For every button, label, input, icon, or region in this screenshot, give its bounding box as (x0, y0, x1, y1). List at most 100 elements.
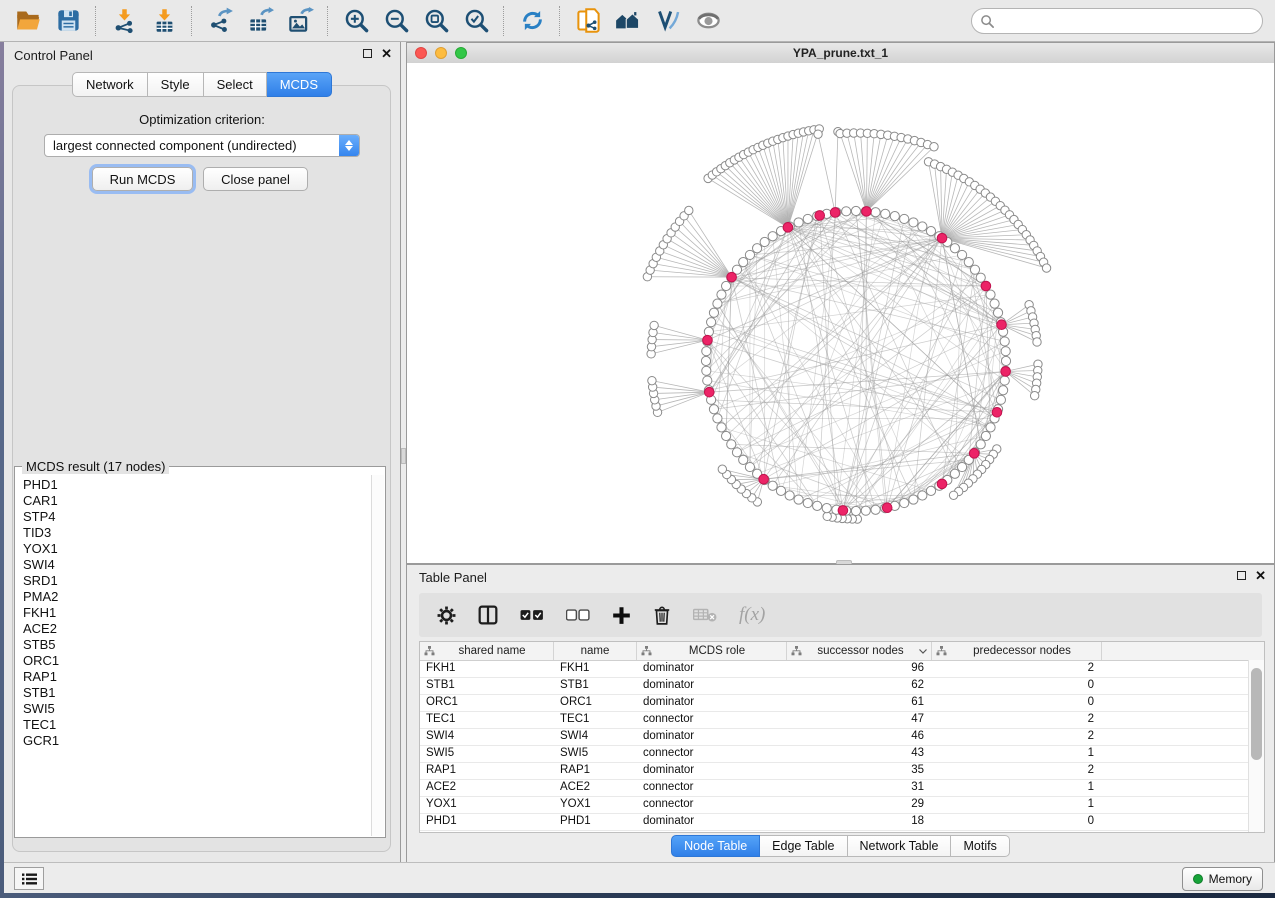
ring-node[interactable] (739, 455, 748, 464)
ring-node[interactable] (990, 299, 999, 308)
export-table-button[interactable] (240, 3, 280, 39)
ring-node[interactable] (702, 366, 711, 375)
table-row[interactable]: ORC1ORC1dominator610 (420, 695, 1264, 712)
ring-node[interactable] (890, 212, 899, 221)
tab-network[interactable]: Network (72, 72, 148, 97)
ring-node[interactable] (745, 250, 754, 259)
table-row[interactable]: STB1STB1dominator620 (420, 678, 1264, 695)
memory-button[interactable]: Memory (1182, 867, 1263, 891)
ring-node[interactable] (986, 423, 995, 432)
mcds-result-item[interactable]: SRD1 (23, 573, 371, 589)
mcds-result-item[interactable]: ORC1 (23, 653, 371, 669)
zoom-in-button[interactable] (336, 3, 376, 39)
satellite-node[interactable] (949, 491, 957, 499)
refresh-button[interactable] (512, 3, 552, 39)
ring-node[interactable] (926, 486, 935, 495)
table-row[interactable]: PHD1PHD1dominator180 (420, 814, 1264, 831)
ring-node[interactable] (709, 405, 718, 414)
ring-node[interactable] (957, 462, 966, 471)
column-header-name[interactable]: name (554, 642, 637, 660)
save-button[interactable] (48, 3, 88, 39)
mcds-hub-node[interactable] (783, 223, 793, 233)
table-row[interactable]: TEC1TEC1connector472 (420, 712, 1264, 729)
mcds-result-item[interactable]: SWI5 (23, 701, 371, 717)
clone-network-button[interactable] (568, 3, 608, 39)
ring-node[interactable] (745, 462, 754, 471)
ring-node[interactable] (717, 290, 726, 299)
import-table-button[interactable] (144, 3, 184, 39)
ring-node[interactable] (1000, 376, 1009, 385)
satellite-node[interactable] (823, 512, 831, 520)
mcds-result-item[interactable]: CAR1 (23, 493, 371, 509)
zoom-out-button[interactable] (376, 3, 416, 39)
ring-node[interactable] (1000, 337, 1009, 346)
mcds-result-item[interactable]: TEC1 (23, 717, 371, 733)
tab-mcds[interactable]: MCDS (267, 72, 332, 97)
import-network-button[interactable] (104, 3, 144, 39)
mcds-hub-node[interactable] (937, 479, 947, 489)
column-header-MCDS-role[interactable]: MCDS role (637, 642, 787, 660)
ring-node[interactable] (732, 448, 741, 457)
satellite-node[interactable] (648, 376, 656, 384)
tab-edge-table[interactable]: Edge Table (760, 835, 847, 857)
ring-node[interactable] (752, 244, 761, 253)
ring-node[interactable] (717, 423, 726, 432)
ring-node[interactable] (926, 226, 935, 235)
ring-node[interactable] (871, 505, 880, 514)
mcds-hub-node[interactable] (815, 211, 825, 221)
satellite-node[interactable] (718, 465, 726, 473)
mcds-hub-node[interactable] (981, 281, 991, 291)
mcds-result-list[interactable]: PHD1CAR1STP4TID3YOX1SWI4SRD1PMA2FKH1ACE2… (16, 477, 371, 836)
ring-node[interactable] (713, 414, 722, 423)
mcds-result-item[interactable]: STB5 (23, 637, 371, 653)
ring-node[interactable] (707, 318, 716, 327)
satellite-node[interactable] (1042, 264, 1050, 272)
float-panel-icon[interactable] (363, 49, 372, 58)
ring-node[interactable] (794, 495, 803, 504)
ring-node[interactable] (851, 506, 860, 515)
mcds-result-item[interactable]: PMA2 (23, 589, 371, 605)
show-task-history-button[interactable] (14, 867, 44, 890)
table-row[interactable]: FKH1FKH1dominator962 (420, 661, 1264, 678)
table-row[interactable]: YOX1YOX1connector291 (420, 797, 1264, 814)
table-row[interactable]: RAP1RAP1dominator352 (420, 763, 1264, 780)
mcds-result-item[interactable]: STB1 (23, 685, 371, 701)
mcds-result-item[interactable]: FKH1 (23, 605, 371, 621)
ring-node[interactable] (981, 431, 990, 440)
deselect-all-rows-button[interactable] (566, 608, 590, 622)
ring-node[interactable] (721, 431, 730, 440)
mcds-result-item[interactable]: SWI4 (23, 557, 371, 573)
zoom-fit-button[interactable] (416, 3, 456, 39)
ring-node[interactable] (851, 206, 860, 215)
ring-node[interactable] (861, 506, 870, 515)
open-button[interactable] (8, 3, 48, 39)
ring-node[interactable] (900, 214, 909, 223)
ring-node[interactable] (999, 386, 1008, 395)
run-mcds-button[interactable]: Run MCDS (92, 167, 193, 191)
hide-edges-button[interactable] (648, 3, 688, 39)
mcds-hub-node[interactable] (704, 387, 714, 397)
ring-node[interactable] (842, 207, 851, 216)
ring-node[interactable] (702, 347, 711, 356)
mcds-hub-node[interactable] (838, 506, 848, 516)
preview-button[interactable] (688, 3, 728, 39)
mcds-hub-node[interactable] (992, 408, 1002, 418)
mcds-hub-node[interactable] (727, 272, 737, 282)
ring-node[interactable] (957, 250, 966, 259)
ring-node[interactable] (996, 395, 1005, 404)
ring-node[interactable] (794, 218, 803, 227)
ring-node[interactable] (970, 265, 979, 274)
select-all-rows-button[interactable] (520, 608, 544, 622)
table-scrollbar[interactable] (1248, 660, 1264, 832)
ring-node[interactable] (768, 232, 777, 241)
ring-node[interactable] (1001, 356, 1010, 365)
ring-node[interactable] (871, 208, 880, 217)
mcds-hub-node[interactable] (759, 474, 769, 484)
ring-node[interactable] (909, 495, 918, 504)
table-row[interactable]: SWI5SWI5connector431 (420, 746, 1264, 763)
mcds-result-item[interactable]: RAP1 (23, 669, 371, 685)
ring-node[interactable] (822, 504, 831, 513)
ring-node[interactable] (721, 281, 730, 290)
ring-node[interactable] (704, 327, 713, 336)
ring-node[interactable] (703, 376, 712, 385)
